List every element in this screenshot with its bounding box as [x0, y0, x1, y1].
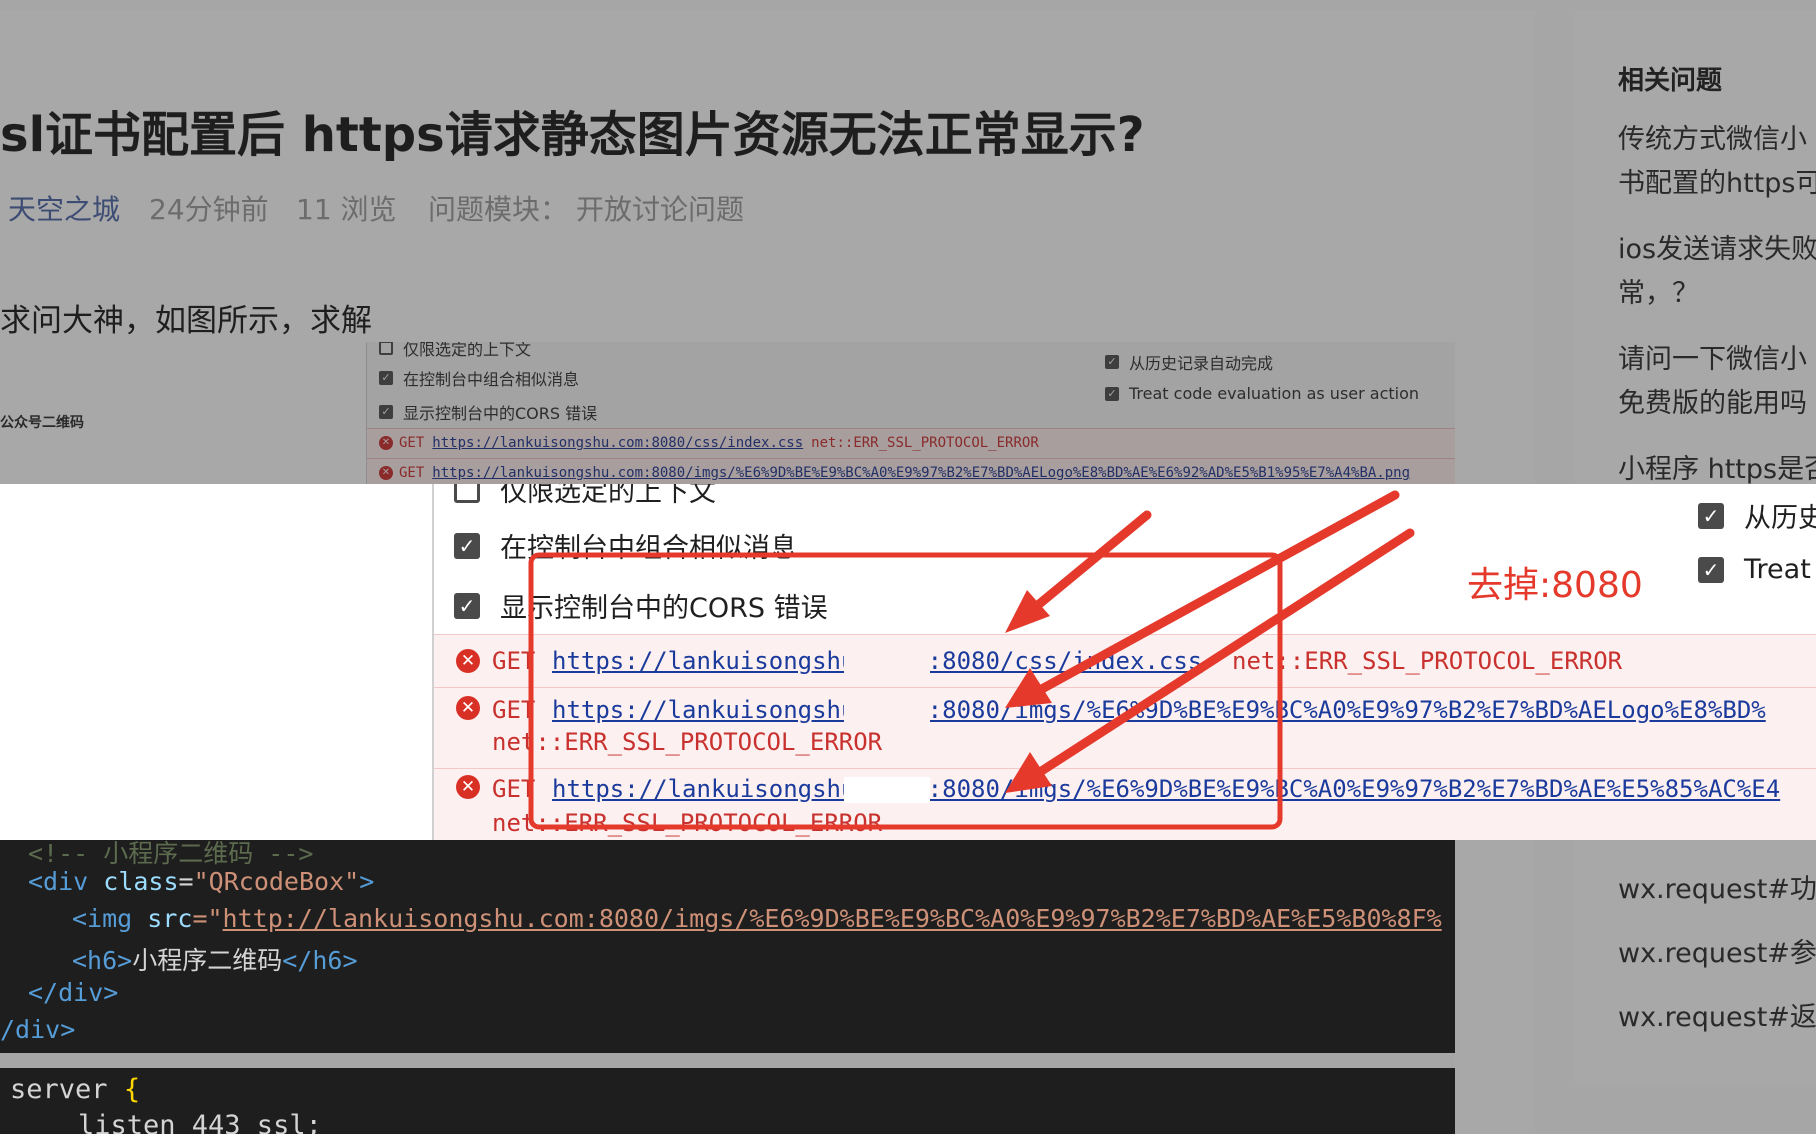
redaction-mark [844, 649, 930, 675]
error-url-link[interactable]: https://lankuisongshu.com.:8080/imgs/%E6… [552, 775, 1780, 803]
module-link[interactable]: 开放讨论问题 [576, 188, 744, 228]
related-question-link[interactable]: wx.request#返回 [1618, 996, 1816, 1040]
related-question-link[interactable]: 常，？ [1618, 272, 1699, 316]
error-icon: ✕ [379, 436, 393, 450]
devtools-screenshot-zoomed: 仅限选定的上下文 ✓ 在控制台中组合相似消息 ✓ 显示控制台中的CORS 错误 ✓ 从… [0, 484, 1816, 840]
checkbox-checked-icon: ✓ [379, 405, 393, 419]
code-line-div: <div class="QRcodeBox"> [28, 867, 375, 896]
sd-checkbox-treat: ✓ Treat code evaluation as user action [1105, 384, 1419, 403]
error-icon: ✕ [379, 466, 393, 480]
sd-checkbox-group: ✓ 在控制台中组合相似消息 [379, 366, 579, 390]
code-line-div-close-outer: /div> [0, 1015, 76, 1044]
error-icon: ✕ [456, 775, 480, 799]
code-line-div-close: </div> [28, 978, 119, 1007]
post-time: 24分钟前 [149, 193, 269, 226]
checkbox-checked-icon: ✓ [1105, 386, 1119, 401]
checkbox-cors-errors[interactable]: ✓ 显示控制台中的CORS 错误 [454, 586, 828, 625]
sd-error-row: ✕ GET https://lankuisongshu.com:8080/imgs/… [367, 458, 1455, 484]
error-icon: ✕ [456, 649, 480, 673]
checkbox-treat-code[interactable]: ✓Treat c [1698, 554, 1816, 585]
divider [0, 1053, 1455, 1068]
question-title: sl证书配置后 https请求静态图片资源无法正常显示? [0, 107, 1145, 163]
code-editor-nginx: server { listen 443 ssl; [0, 1068, 1455, 1134]
error-url-link[interactable]: https://lankuisongshu.com.:8080/imgs/%E6… [552, 696, 1766, 724]
sd-checkbox-history: ✓ 从历史记录自动完成 [1105, 350, 1273, 374]
checkbox-checked-icon: ✓ [1698, 502, 1724, 529]
code-line-img: <img src="http://lankuisongshu.com:8080/… [72, 904, 1442, 933]
checkbox-checked-icon: ✓ [1698, 556, 1724, 583]
related-question-link[interactable]: 请问一下微信小 [1618, 338, 1807, 382]
question-body: 求问大神，如图所示，求解 [0, 303, 372, 339]
related-question-link[interactable]: 传统方式微信小 [1618, 118, 1807, 162]
related-question-link[interactable]: wx.request#功能 [1618, 868, 1816, 912]
code-line-h6: <h6>小程序二维码</h6> [72, 946, 358, 975]
blank-area [0, 484, 432, 840]
qr-caption: 公众号二维码 [0, 415, 84, 431]
author-link[interactable]: 天空之城 [8, 188, 120, 228]
checkbox-icon [379, 342, 393, 355]
checkbox-history[interactable]: ✓ 从历史 [1698, 496, 1816, 535]
sd-checkbox-selected-context: 仅限选定的上下文 [379, 342, 531, 360]
code-comment: <!-- 小程序二维码 --> [28, 840, 314, 868]
checkbox-checked-icon: ✓ [379, 371, 393, 385]
console-error-row: ✕ GET https://lankuisongshu.com.:8080/im… [434, 687, 1816, 768]
checkbox-checked-icon: ✓ [454, 532, 480, 559]
annotation-remove-port: 去掉:8080 [1467, 565, 1643, 606]
checkbox-checked-icon: ✓ [1105, 355, 1119, 369]
module-label: 问题模块： [428, 193, 569, 226]
code-line-listen: listen 443 ssl; [78, 1110, 322, 1134]
console-error-row: ✕ GET https://lankuisongshu.com.:8080/cs… [434, 634, 1816, 687]
checkbox-selected-context[interactable]: 仅限选定的上下文 [454, 484, 716, 509]
checkbox-icon [454, 484, 480, 503]
related-question-link[interactable]: 免费版的能用吗 [1618, 382, 1807, 426]
console-error-row: ✕ GET https://lankuisongshu.com.:8080/im… [434, 768, 1816, 840]
error-icon: ✕ [456, 696, 480, 720]
sd-error-row: ✕ GET https://lankuisongshu.com:8080/css/i… [367, 428, 1455, 457]
checkbox-checked-icon: ✓ [454, 592, 480, 619]
related-question-link[interactable]: wx.request#参数 [1618, 932, 1816, 976]
sidebar-title: 相关问题 [1618, 66, 1723, 96]
code-editor-html: <!-- 小程序二维码 --> <div class="QRcodeBox"> … [0, 840, 1455, 1053]
redaction-mark [844, 698, 930, 724]
console-panel: 仅限选定的上下文 ✓ 在控制台中组合相似消息 ✓ 显示控制台中的CORS 错误 ✓ 从… [432, 484, 1816, 840]
related-question-link[interactable]: 书配置的https可 [1618, 162, 1816, 206]
sd-checkbox-cors: ✓ 显示控制台中的CORS 错误 [379, 400, 597, 424]
view-count: 11 浏览 [296, 193, 397, 226]
devtools-screenshot-small: 仅限选定的上下文 ✓ 在控制台中组合相似消息 ✓ 显示控制台中的CORS 错误 ✓ 从… [366, 342, 1455, 484]
checkbox-group-similar[interactable]: ✓ 在控制台中组合相似消息 [454, 526, 797, 565]
related-question-link[interactable]: ios发送请求失败 [1618, 228, 1816, 272]
code-line-server: server { [10, 1074, 141, 1105]
redaction-mark [844, 777, 930, 803]
